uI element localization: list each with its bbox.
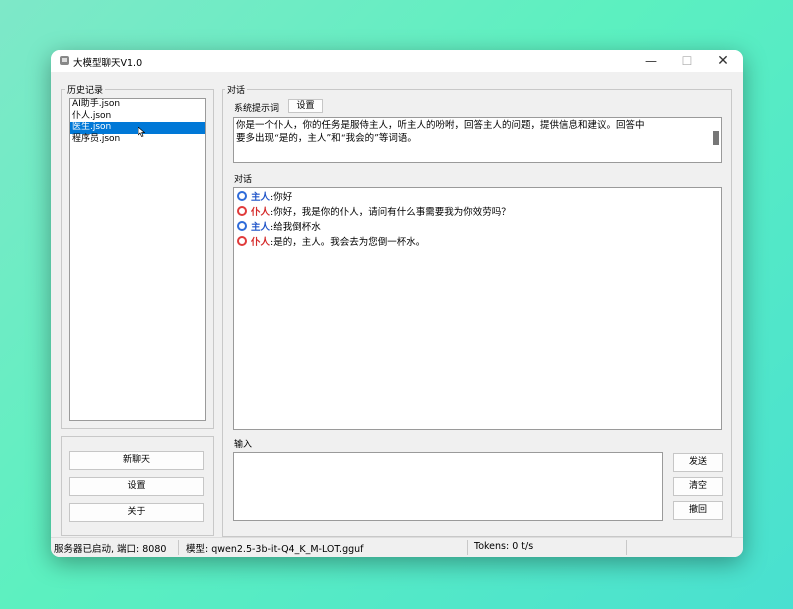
chat-message: 主人:给我倒杯水 (234, 220, 721, 235)
status-bar: 服务器已启动, 端口: 8080 模型: qwen2.5-3b-it-Q4_K_… (51, 537, 743, 557)
minimize-button[interactable]: — (633, 50, 669, 72)
about-button[interactable]: 关于 (69, 503, 204, 522)
maximize-button[interactable]: ☐ (669, 50, 705, 72)
chat-message: 仆人:你好，我是你的仆人，请问有什么事需要我为你效劳吗？ (234, 205, 721, 220)
message-role: 主人 (251, 222, 271, 233)
chat-message: 主人:你好 (234, 190, 721, 205)
input-label: 输入 (234, 440, 253, 450)
server-status: 服务器已启动, 端口: 8080 (54, 544, 167, 555)
user-avatar-icon (237, 221, 247, 231)
history-legend: 历史记录 (65, 83, 106, 96)
undo-button[interactable]: 撤回 (673, 501, 723, 520)
user-avatar-icon (237, 191, 247, 201)
history-item[interactable]: AI助手.json (70, 99, 205, 111)
message-input[interactable] (233, 452, 663, 521)
message-text: 给我倒杯水 (273, 222, 321, 233)
status-divider (178, 540, 179, 555)
message-text: 是的，主人。我会去为您倒一杯水。 (273, 237, 426, 248)
message-role: 仆人 (251, 237, 271, 248)
clear-button[interactable]: 清空 (673, 477, 723, 496)
history-list[interactable]: AI助手.json 仆人.json 医生.json 程序员.json (69, 98, 206, 421)
title-bar[interactable]: 大模型聊天V1.0 — ☐ ✕ (51, 50, 743, 72)
message-role: 主人 (251, 192, 271, 203)
window-title: 大模型聊天V1.0 (73, 58, 143, 69)
assistant-avatar-icon (237, 236, 247, 246)
prompt-scrollbar-thumb[interactable] (713, 131, 719, 145)
tokens-status: Tokens: 0 t/s (474, 541, 534, 552)
mouse-cursor-icon (138, 127, 145, 137)
new-chat-button[interactable]: 新聊天 (69, 451, 204, 470)
system-prompt-textarea[interactable]: 你是一个仆人，你的任务是服侍主人，听主人的吩咐，回答主人的问题，提供信息和建议。… (233, 117, 722, 163)
system-prompt-line: 你是一个仆人，你的任务是服侍主人，听主人的吩咐，回答主人的问题，提供信息和建议。… (236, 120, 645, 131)
model-status: 模型: qwen2.5-3b-it-Q4_K_M-LOT.gguf (186, 544, 364, 555)
chat-label: 对话 (234, 175, 253, 185)
app-icon (60, 56, 69, 65)
chat-history-view[interactable]: 主人:你好 仆人:你好，我是你的仆人，请问有什么事需要我为你效劳吗？ 主人:给我… (233, 187, 722, 430)
system-prompt-label: 系统提示词 (234, 104, 280, 114)
close-button[interactable]: ✕ (705, 50, 741, 72)
message-text: 你好 (273, 192, 293, 203)
main-window: 大模型聊天V1.0 — ☐ ✕ 历史记录 AI助手.json 仆人.json 医… (51, 50, 743, 557)
message-text: 你好，我是你的仆人，请问有什么事需要我为你效劳吗？ (273, 207, 511, 218)
message-role: 仆人 (251, 207, 271, 218)
chat-message: 仆人:是的，主人。我会去为您倒一杯水。 (234, 235, 721, 250)
status-divider (626, 540, 627, 555)
dialog-legend: 对话 (225, 83, 248, 96)
history-item[interactable]: 仆人.json (70, 111, 205, 123)
system-prompt-settings-button[interactable]: 设置 (288, 99, 323, 113)
assistant-avatar-icon (237, 206, 247, 216)
settings-button[interactable]: 设置 (69, 477, 204, 496)
status-divider (467, 540, 468, 555)
send-button[interactable]: 发送 (673, 453, 723, 472)
system-prompt-line: 要多出现“是的，主人”和“我会的”等词语。 (236, 133, 417, 144)
